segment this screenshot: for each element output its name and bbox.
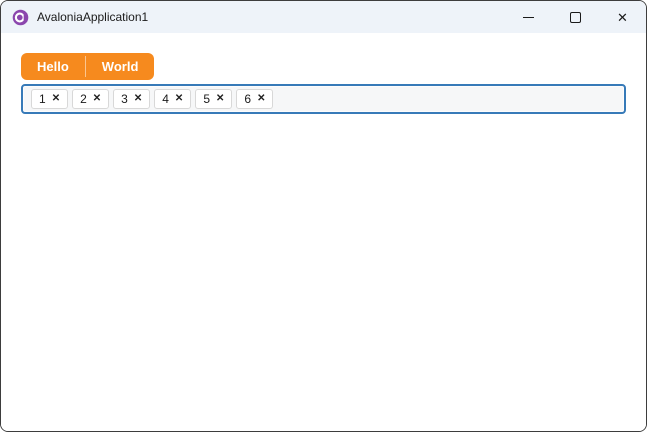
close-icon: ✕ xyxy=(617,9,628,25)
tag-chip-1: 1 ✕ xyxy=(31,89,69,109)
tag-remove-icon[interactable]: ✕ xyxy=(134,94,142,104)
tag-remove-icon[interactable]: ✕ xyxy=(175,94,183,104)
tab-world[interactable]: World xyxy=(86,53,155,80)
minimize-icon xyxy=(523,16,534,18)
close-button[interactable]: ✕ xyxy=(599,1,646,33)
tag-chip-2: 2 ✕ xyxy=(72,89,110,109)
tag-label: 2 xyxy=(80,92,87,106)
tag-chip-4: 4 ✕ xyxy=(154,89,192,109)
window-content: Hello World 1 ✕ 2 ✕ 3 ✕ 4 ✕ 5 ✕ 6 ✕ xyxy=(1,33,646,431)
tag-remove-icon[interactable]: ✕ xyxy=(93,94,101,104)
tag-chip-5: 5 ✕ xyxy=(195,89,233,109)
tag-label: 5 xyxy=(203,92,210,106)
window-title: AvaloniaApplication1 xyxy=(37,10,149,24)
maximize-icon xyxy=(570,11,581,23)
tag-label: 4 xyxy=(162,92,169,106)
tag-label: 3 xyxy=(121,92,128,106)
tag-chip-6: 6 ✕ xyxy=(236,89,274,109)
tab-hello[interactable]: Hello xyxy=(21,53,85,80)
tagbox-input[interactable]: 1 ✕ 2 ✕ 3 ✕ 4 ✕ 5 ✕ 6 ✕ xyxy=(21,84,626,114)
tag-label: 6 xyxy=(244,92,252,106)
app-window: AvaloniaApplication1 ✕ Hello World 1 ✕ 2… xyxy=(0,0,647,432)
tag-chip-3: 3 ✕ xyxy=(113,89,151,109)
maximize-button[interactable] xyxy=(552,1,599,33)
tag-remove-icon[interactable]: ✕ xyxy=(52,94,60,104)
tab-strip: Hello World xyxy=(21,53,155,80)
titlebar[interactable]: AvaloniaApplication1 ✕ xyxy=(1,1,646,33)
window-controls: ✕ xyxy=(505,1,646,33)
minimize-button[interactable] xyxy=(505,1,552,33)
avalonia-logo-icon xyxy=(12,9,29,26)
tag-label: 1 xyxy=(39,92,46,106)
tag-remove-icon[interactable]: ✕ xyxy=(216,94,224,104)
tag-remove-icon[interactable]: ✕ xyxy=(257,94,265,104)
